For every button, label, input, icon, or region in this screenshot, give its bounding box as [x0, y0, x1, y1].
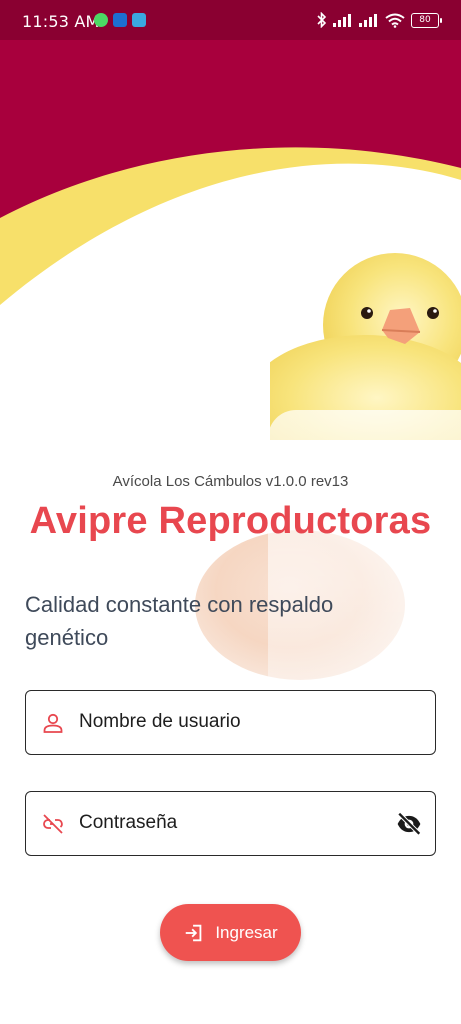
login-button[interactable]: Ingresar	[160, 904, 301, 961]
app-tagline: Calidad constante con respaldo genético	[25, 592, 334, 650]
link-off-icon	[43, 814, 63, 834]
person-icon	[43, 713, 63, 733]
whatsapp-icon	[94, 13, 108, 27]
login-button-label: Ingresar	[215, 922, 278, 942]
status-bar: 11:53 AM 80	[0, 0, 461, 40]
status-time: 11:53 AM	[22, 12, 100, 31]
outlook-icon	[113, 13, 127, 27]
bluetooth-icon	[317, 12, 327, 28]
login-screen: Avícola Los Cámbulos v1.0.0 rev13 Avipre…	[0, 0, 461, 1024]
password-input[interactable]	[79, 806, 379, 840]
app-title: Avipre Reproductoras	[29, 500, 432, 542]
signal-icon	[333, 14, 351, 27]
status-indicators: 80	[317, 12, 442, 28]
username-field[interactable]	[25, 690, 436, 755]
battery-level: 80	[419, 14, 431, 25]
wifi-icon	[385, 13, 405, 28]
password-field[interactable]	[25, 791, 436, 856]
battery-indicator: 80	[411, 12, 442, 28]
app-version: Avícola Los Cámbulos v1.0.0 rev13	[112, 473, 349, 490]
app-notification-icon	[132, 13, 146, 27]
signal-icon-secondary	[359, 14, 377, 27]
username-input[interactable]	[79, 705, 379, 739]
notification-icons	[94, 13, 146, 27]
login-arrow-icon	[186, 924, 202, 941]
eye-off-icon[interactable]	[396, 811, 422, 837]
